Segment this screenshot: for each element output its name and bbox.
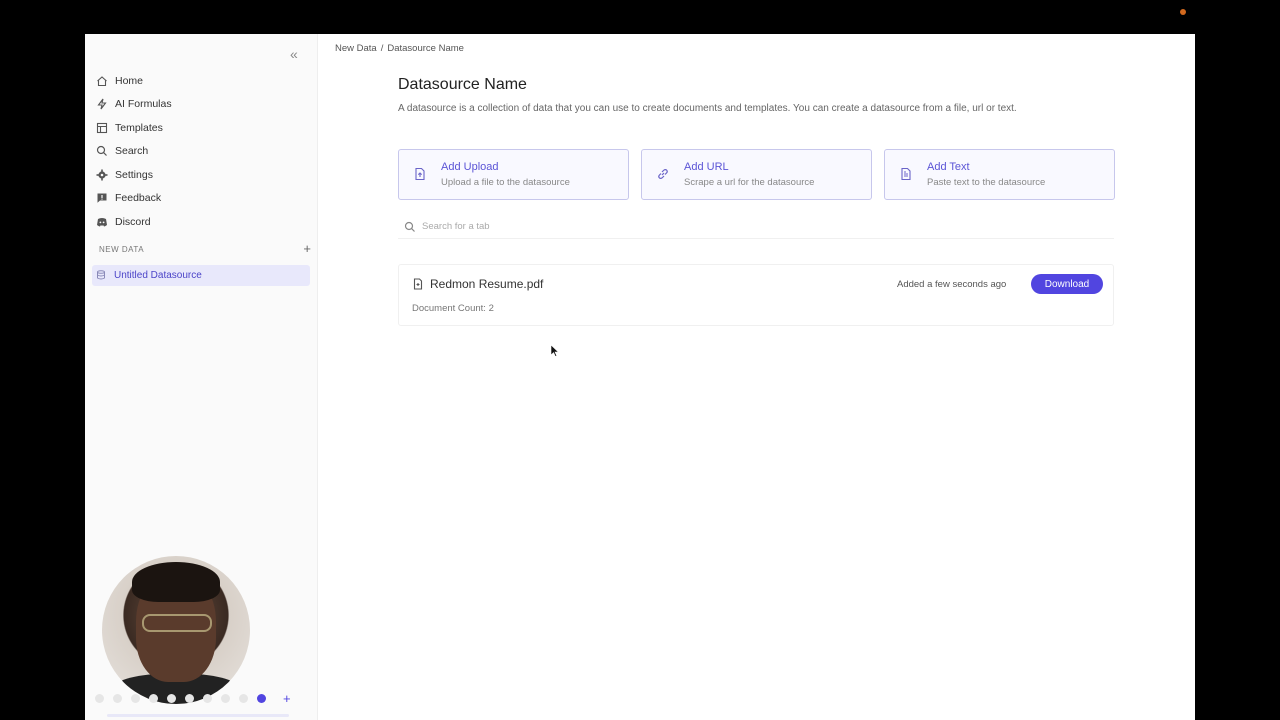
new-data-section-header: NEW DATA +	[99, 242, 311, 255]
sidebar-item-feedback[interactable]: Feedback	[95, 187, 310, 211]
card-subtitle: Paste text to the datasource	[927, 177, 1046, 188]
card-title: Add URL	[684, 161, 729, 173]
breadcrumb-parent[interactable]: New Data	[335, 43, 377, 54]
sidebar-item-label: Feedback	[115, 192, 162, 205]
section-title: NEW DATA	[99, 244, 145, 254]
workspace-dot[interactable]	[131, 694, 140, 703]
sidebar: « Home AI Formulas Templates Search Sett…	[85, 34, 318, 720]
workspace-dots: +	[95, 691, 291, 706]
webcam-avatar	[102, 556, 250, 704]
database-icon	[96, 269, 108, 282]
card-title: Add Text	[927, 161, 970, 173]
sidebar-item-home[interactable]: Home	[95, 69, 310, 93]
sidebar-item-label: AI Formulas	[115, 98, 172, 111]
add-upload-button[interactable]: Add Upload Upload a file to the datasour…	[398, 149, 629, 200]
lightning-icon	[95, 97, 109, 111]
add-datasource-button[interactable]: +	[303, 242, 311, 255]
workspace-dot[interactable]	[167, 694, 176, 703]
discord-icon	[95, 215, 109, 229]
file-upload-icon	[413, 167, 429, 183]
mouse-cursor-icon	[551, 345, 559, 357]
app-window: « Home AI Formulas Templates Search Sett…	[85, 34, 1195, 720]
sidebar-item-search[interactable]: Search	[95, 140, 310, 164]
sidebar-item-label: Home	[115, 74, 144, 87]
pdf-file-icon	[412, 278, 424, 290]
gear-icon	[95, 168, 109, 182]
add-text-button[interactable]: Add Text Paste text to the datasource	[884, 149, 1115, 200]
document-count: Document Count: 2	[412, 303, 494, 314]
search-icon	[404, 221, 416, 233]
download-button[interactable]: Download	[1031, 274, 1103, 294]
sidebar-item-ai-formulas[interactable]: AI Formulas	[95, 93, 310, 117]
sidebar-item-untitled-datasource[interactable]: Untitled Datasource	[92, 265, 310, 286]
templates-icon	[95, 121, 109, 135]
breadcrumb-current: Datasource Name	[387, 43, 464, 54]
search-icon	[95, 144, 109, 158]
page-description: A datasource is a collection of data tha…	[398, 103, 1017, 114]
workspace-dot[interactable]	[203, 694, 212, 703]
search-input[interactable]	[422, 221, 1072, 232]
add-url-button[interactable]: Add URL Scrape a url for the datasource	[641, 149, 872, 200]
file-list-item[interactable]: Redmon Resume.pdf Document Count: 2 Adde…	[398, 264, 1114, 326]
camera-indicator	[1180, 9, 1186, 15]
feedback-icon	[95, 191, 109, 205]
add-source-cards: Add Upload Upload a file to the datasour…	[398, 149, 1115, 200]
tab-search	[398, 215, 1114, 239]
page-title: Datasource Name	[398, 76, 527, 93]
screen: « Home AI Formulas Templates Search Sett…	[0, 0, 1280, 720]
link-icon	[656, 167, 672, 183]
sidebar-item-discord[interactable]: Discord	[95, 210, 310, 234]
file-name-label: Redmon Resume.pdf	[430, 277, 544, 291]
sidebar-item-settings[interactable]: Settings	[95, 163, 310, 187]
workspace-dot[interactable]	[149, 694, 158, 703]
workspace-dot[interactable]	[221, 694, 230, 703]
breadcrumb: New Data / Datasource Name	[335, 43, 464, 54]
sidebar-item-label: Search	[115, 145, 149, 158]
sidebar-item-label: Discord	[115, 215, 151, 228]
sidebar-item-label: Templates	[115, 121, 163, 134]
add-workspace-button[interactable]: +	[283, 691, 291, 706]
card-title: Add Upload	[441, 161, 499, 173]
card-subtitle: Upload a file to the datasource	[441, 177, 570, 188]
workspace-dot[interactable]	[185, 694, 194, 703]
added-timestamp: Added a few seconds ago	[897, 279, 1007, 290]
breadcrumb-separator: /	[380, 43, 384, 54]
workspace-dot[interactable]	[95, 694, 104, 703]
sidebar-nav: Home AI Formulas Templates Search Settin…	[95, 69, 310, 234]
workspace-dot[interactable]	[239, 694, 248, 703]
file-name: Redmon Resume.pdf	[412, 277, 543, 291]
home-icon	[95, 74, 109, 88]
document-text-icon	[899, 167, 915, 183]
workspace-dot-active[interactable]	[257, 694, 266, 703]
sidebar-scrollbar[interactable]	[107, 714, 289, 717]
collapse-sidebar-icon[interactable]: «	[290, 46, 298, 62]
card-subtitle: Scrape a url for the datasource	[684, 177, 815, 188]
datasource-label: Untitled Datasource	[114, 270, 202, 281]
sidebar-item-templates[interactable]: Templates	[95, 116, 310, 140]
workspace-dot[interactable]	[113, 694, 122, 703]
sidebar-item-label: Settings	[115, 168, 153, 181]
